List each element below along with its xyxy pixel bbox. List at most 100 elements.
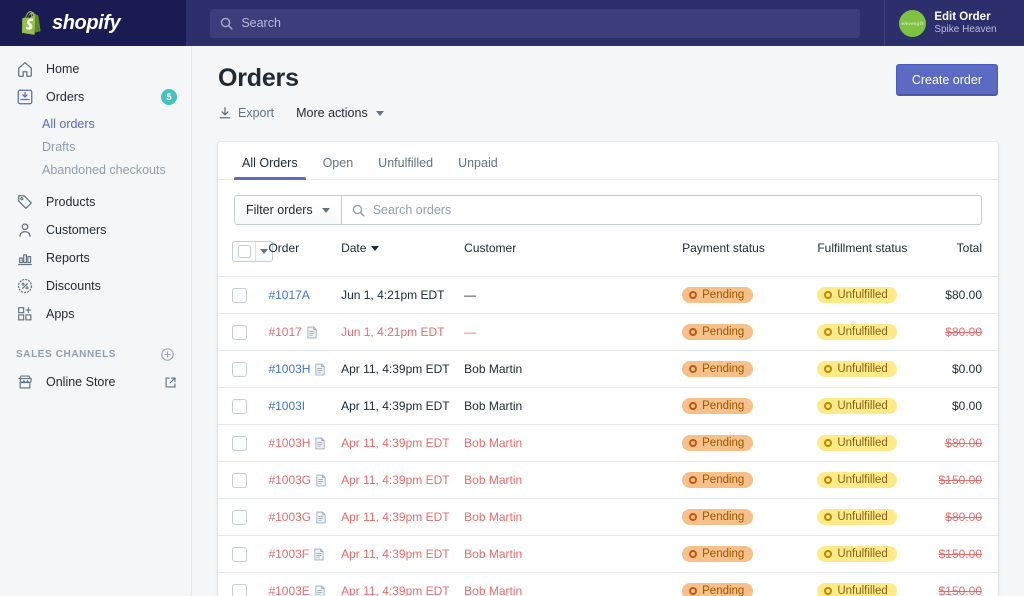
table-row[interactable]: #1003IApr 11, 4:39pm EDTBob MartinPendin… <box>218 388 998 425</box>
row-checkbox[interactable] <box>232 510 247 525</box>
status-badge-fulfillment: Unfulfilled <box>817 583 897 596</box>
column-header-payment[interactable]: Payment status <box>682 238 817 277</box>
sidebar-item-products[interactable]: Products <box>0 189 191 215</box>
row-select-cell[interactable] <box>218 536 268 573</box>
sidebar-item-home[interactable]: Home <box>0 56 191 82</box>
row-select-cell[interactable] <box>218 388 268 425</box>
sidebar-subitem-all-orders[interactable]: All orders <box>0 112 191 135</box>
sidebar-subitem-abandoned-checkouts[interactable]: Abandoned checkouts <box>0 158 191 181</box>
more-actions-label: More actions <box>296 106 368 120</box>
global-search-container: Search <box>186 0 884 46</box>
sidebar-item-orders[interactable]: Orders 5 <box>0 84 191 110</box>
table-row[interactable]: #1003GApr 11, 4:39pm EDTBob MartinPendin… <box>218 462 998 499</box>
status-dot-icon <box>824 328 832 336</box>
select-all-checkbox[interactable] <box>238 245 251 258</box>
table-row[interactable]: #1017Jun 1, 4:21pm EDT—PendingUnfulfille… <box>218 314 998 351</box>
row-select-cell[interactable] <box>218 351 268 388</box>
column-header-total[interactable]: Total <box>923 238 998 277</box>
column-header-date[interactable]: Date <box>341 238 464 277</box>
column-header-order[interactable]: Order <box>268 238 341 277</box>
sidebar-item-apps[interactable]: Apps <box>0 301 191 327</box>
tab-unpaid[interactable]: Unpaid <box>450 156 506 179</box>
select-all-control[interactable] <box>232 241 273 262</box>
order-cell[interactable]: #1003G <box>268 462 341 499</box>
sidebar-item-label: Products <box>46 195 177 209</box>
chevron-down-icon <box>322 208 330 213</box>
table-row[interactable]: #1003HApr 11, 4:39pm EDTBob MartinPendin… <box>218 425 998 462</box>
order-link[interactable]: #1003E <box>268 584 309 596</box>
add-sales-channel-icon[interactable] <box>160 347 175 362</box>
status-badge-label: Unfulfilled <box>837 474 888 486</box>
tab-all-orders[interactable]: All Orders <box>234 156 306 179</box>
customer-cell: Bob Martin <box>464 573 682 596</box>
row-checkbox[interactable] <box>232 325 247 340</box>
sidebar-item-label: Customers <box>46 223 177 237</box>
sidebar-subitem-drafts[interactable]: Drafts <box>0 135 191 158</box>
order-link[interactable]: #1003H <box>268 436 310 450</box>
table-row[interactable]: #1003GApr 11, 4:39pm EDTBob MartinPendin… <box>218 499 998 536</box>
row-checkbox[interactable] <box>232 473 247 488</box>
total-amount: $80.00 <box>945 436 982 450</box>
order-cell[interactable]: #1017 <box>268 314 341 351</box>
status-badge-label: Pending <box>702 363 744 375</box>
order-link[interactable]: #1003G <box>268 473 311 487</box>
row-checkbox[interactable] <box>232 547 247 562</box>
order-link[interactable]: #1017A <box>268 288 309 302</box>
order-cell[interactable]: #1017A <box>268 277 341 314</box>
table-row[interactable]: #1003EApr 11, 4:39pm EDTBob MartinPendin… <box>218 573 998 596</box>
column-header-customer[interactable]: Customer <box>464 238 682 277</box>
row-select-cell[interactable] <box>218 277 268 314</box>
create-order-button[interactable]: Create order <box>896 64 998 96</box>
order-link[interactable]: #1003H <box>268 362 310 376</box>
user-menu[interactable]: elevengfx Edit Order Spike Heaven <box>884 0 1024 46</box>
external-link-icon[interactable] <box>164 376 177 389</box>
sidebar-item-online-store[interactable]: Online Store <box>0 369 191 395</box>
row-checkbox[interactable] <box>232 584 247 596</box>
row-select-cell[interactable] <box>218 425 268 462</box>
table-row[interactable]: #1017AJun 1, 4:21pm EDT—PendingUnfulfill… <box>218 277 998 314</box>
sidebar-item-customers[interactable]: Customers <box>0 217 191 243</box>
more-actions-button[interactable]: More actions <box>296 106 384 120</box>
row-select-cell[interactable] <box>218 573 268 596</box>
tab-open[interactable]: Open <box>315 156 362 179</box>
select-all-checkbox-box[interactable] <box>233 242 255 261</box>
export-button[interactable]: Export <box>218 106 274 120</box>
row-checkbox[interactable] <box>232 288 247 303</box>
date-cell: Jun 1, 4:21pm EDT <box>341 277 464 314</box>
row-checkbox[interactable] <box>232 362 247 377</box>
row-checkbox[interactable] <box>232 399 247 414</box>
global-search-input[interactable]: Search <box>210 9 860 38</box>
status-badge-label: Unfulfilled <box>837 548 888 560</box>
status-badge-label: Pending <box>702 437 744 449</box>
row-select-cell[interactable] <box>218 314 268 351</box>
search-orders-input[interactable]: Search orders <box>341 195 982 225</box>
filter-orders-dropdown[interactable]: Filter orders <box>234 195 341 225</box>
customer-cell: Bob Martin <box>464 499 682 536</box>
row-select-cell[interactable] <box>218 462 268 499</box>
order-cell[interactable]: #1003G <box>268 499 341 536</box>
order-cell[interactable]: #1003E <box>268 573 341 596</box>
table-row[interactable]: #1003HApr 11, 4:39pm EDTBob MartinPendin… <box>218 351 998 388</box>
order-link[interactable]: #1017 <box>268 325 301 339</box>
shopify-logo[interactable]: shopify <box>0 0 186 46</box>
order-link[interactable]: #1003I <box>268 399 305 413</box>
order-cell[interactable]: #1003H <box>268 425 341 462</box>
tab-unfulfilled[interactable]: Unfulfilled <box>370 156 441 179</box>
column-header-fulfillment[interactable]: Fulfillment status <box>817 238 923 277</box>
storefront-icon <box>16 373 34 391</box>
order-cell[interactable]: #1003H <box>268 351 341 388</box>
page-header-actions: Export More actions <box>218 106 384 120</box>
row-select-cell[interactable] <box>218 499 268 536</box>
sort-descending-icon <box>371 246 379 251</box>
order-link[interactable]: #1003G <box>268 510 311 524</box>
sidebar-item-reports[interactable]: Reports <box>0 245 191 271</box>
sidebar-item-discounts[interactable]: Discounts <box>0 273 191 299</box>
row-checkbox[interactable] <box>232 436 247 451</box>
order-link[interactable]: #1003F <box>268 547 309 561</box>
sidebar-subitem-label: All orders <box>42 117 95 131</box>
table-row[interactable]: #1003FApr 11, 4:39pm EDTBob MartinPendin… <box>218 536 998 573</box>
order-cell[interactable]: #1003F <box>268 536 341 573</box>
date-sort-control[interactable]: Date <box>341 241 379 255</box>
status-badge-fulfillment: Unfulfilled <box>817 435 897 451</box>
order-cell[interactable]: #1003I <box>268 388 341 425</box>
